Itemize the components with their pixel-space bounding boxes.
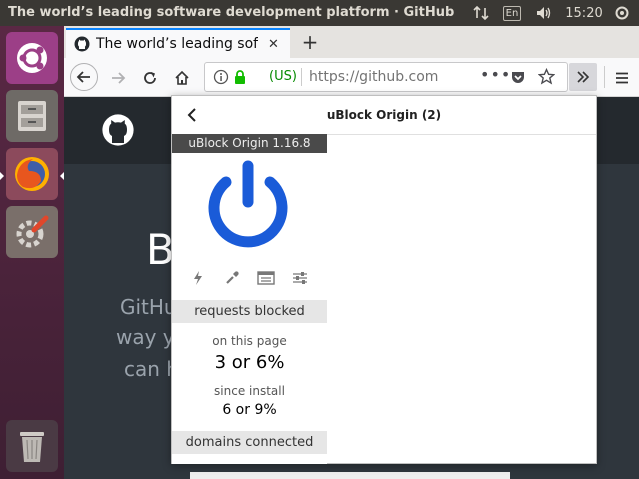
home-icon: [175, 70, 189, 85]
hero-line-1: GitHu: [120, 295, 177, 319]
requests-blocked-header: requests blocked: [172, 300, 327, 323]
overflow-chevron-button[interactable]: [569, 63, 597, 91]
page-signup-form-edge: [190, 472, 510, 479]
logger-icon[interactable]: [256, 269, 276, 287]
tab-close-icon[interactable]: ✕: [268, 37, 279, 52]
forward-arrow-icon: [112, 72, 126, 84]
url-bar[interactable]: (US) https://github.com •••: [204, 62, 568, 92]
running-indicator: [0, 172, 4, 180]
popup-title: uBlock Origin (2): [326, 108, 442, 122]
settings-sliders-icon[interactable]: [290, 269, 310, 287]
window-title: The world’s leading software development…: [8, 5, 458, 20]
tab-github[interactable]: The world’s leading soft ✕: [66, 28, 290, 58]
forward-button[interactable]: [104, 64, 132, 92]
popup-header: uBlock Origin (2): [172, 96, 596, 135]
volume-icon[interactable]: [532, 0, 556, 26]
reload-icon: [144, 72, 156, 84]
extension-popup: uBlock Origin (2) uBlock Origin 1.16.8 r…: [171, 95, 597, 464]
on-this-page-label: on this page: [212, 334, 287, 348]
home-button[interactable]: [168, 64, 196, 92]
on-this-page-value: 3 or 6%: [214, 352, 285, 373]
double-chevron-icon: [577, 71, 590, 83]
keyboard-layout-label: En: [502, 5, 522, 21]
github-logo-icon[interactable]: [102, 114, 134, 150]
toolbar-divider: [604, 66, 605, 88]
info-icon[interactable]: [213, 69, 229, 89]
power-switch-icon[interactable]: [204, 158, 292, 254]
tab-title: The world’s leading soft: [96, 36, 258, 52]
network-transfer-icon[interactable]: [470, 0, 492, 26]
since-install-label: since install: [214, 384, 285, 398]
lightning-icon[interactable]: [188, 269, 208, 287]
top-panel: The world’s leading software development…: [0, 0, 639, 26]
keyboard-layout-indicator[interactable]: En: [500, 0, 524, 26]
hero-line-2: way y: [116, 325, 175, 349]
hamburger-icon: [616, 72, 628, 84]
trash-icon[interactable]: [6, 420, 58, 472]
ubuntu-dash-icon[interactable]: [6, 32, 58, 84]
github-favicon-icon: [74, 36, 90, 52]
tab-bar: The world’s leading soft ✕ +: [64, 26, 639, 58]
bookmark-star-icon[interactable]: [537, 67, 556, 89]
lock-icon[interactable]: [233, 69, 247, 89]
url-text[interactable]: https://github.com: [309, 69, 439, 85]
new-tab-button[interactable]: +: [296, 29, 324, 55]
ublock-version: uBlock Origin 1.16.8: [172, 134, 327, 153]
launcher: [0, 26, 64, 479]
reload-button[interactable]: [136, 64, 164, 92]
pocket-icon[interactable]: [510, 69, 526, 89]
power-gear-icon[interactable]: [610, 0, 634, 26]
system-settings-icon[interactable]: [6, 206, 58, 258]
eyedropper-icon[interactable]: [222, 269, 242, 287]
domains-connected-header: domains connected: [172, 431, 327, 454]
menu-button[interactable]: [608, 64, 636, 92]
site-identity-label: (US): [269, 69, 297, 84]
file-manager-icon[interactable]: [6, 90, 58, 142]
page-actions-icon[interactable]: •••: [480, 65, 511, 84]
firefox-icon[interactable]: [6, 148, 58, 200]
url-divider: [301, 68, 302, 86]
navigation-toolbar: (US) https://github.com •••: [64, 58, 639, 97]
clock[interactable]: 15:20: [562, 0, 606, 26]
since-install-value: 6 or 9%: [222, 402, 277, 418]
ublock-panel: uBlock Origin 1.16.8 requests blocked on…: [172, 134, 327, 464]
back-arrow-icon: [76, 71, 90, 83]
back-button[interactable]: [70, 63, 98, 91]
